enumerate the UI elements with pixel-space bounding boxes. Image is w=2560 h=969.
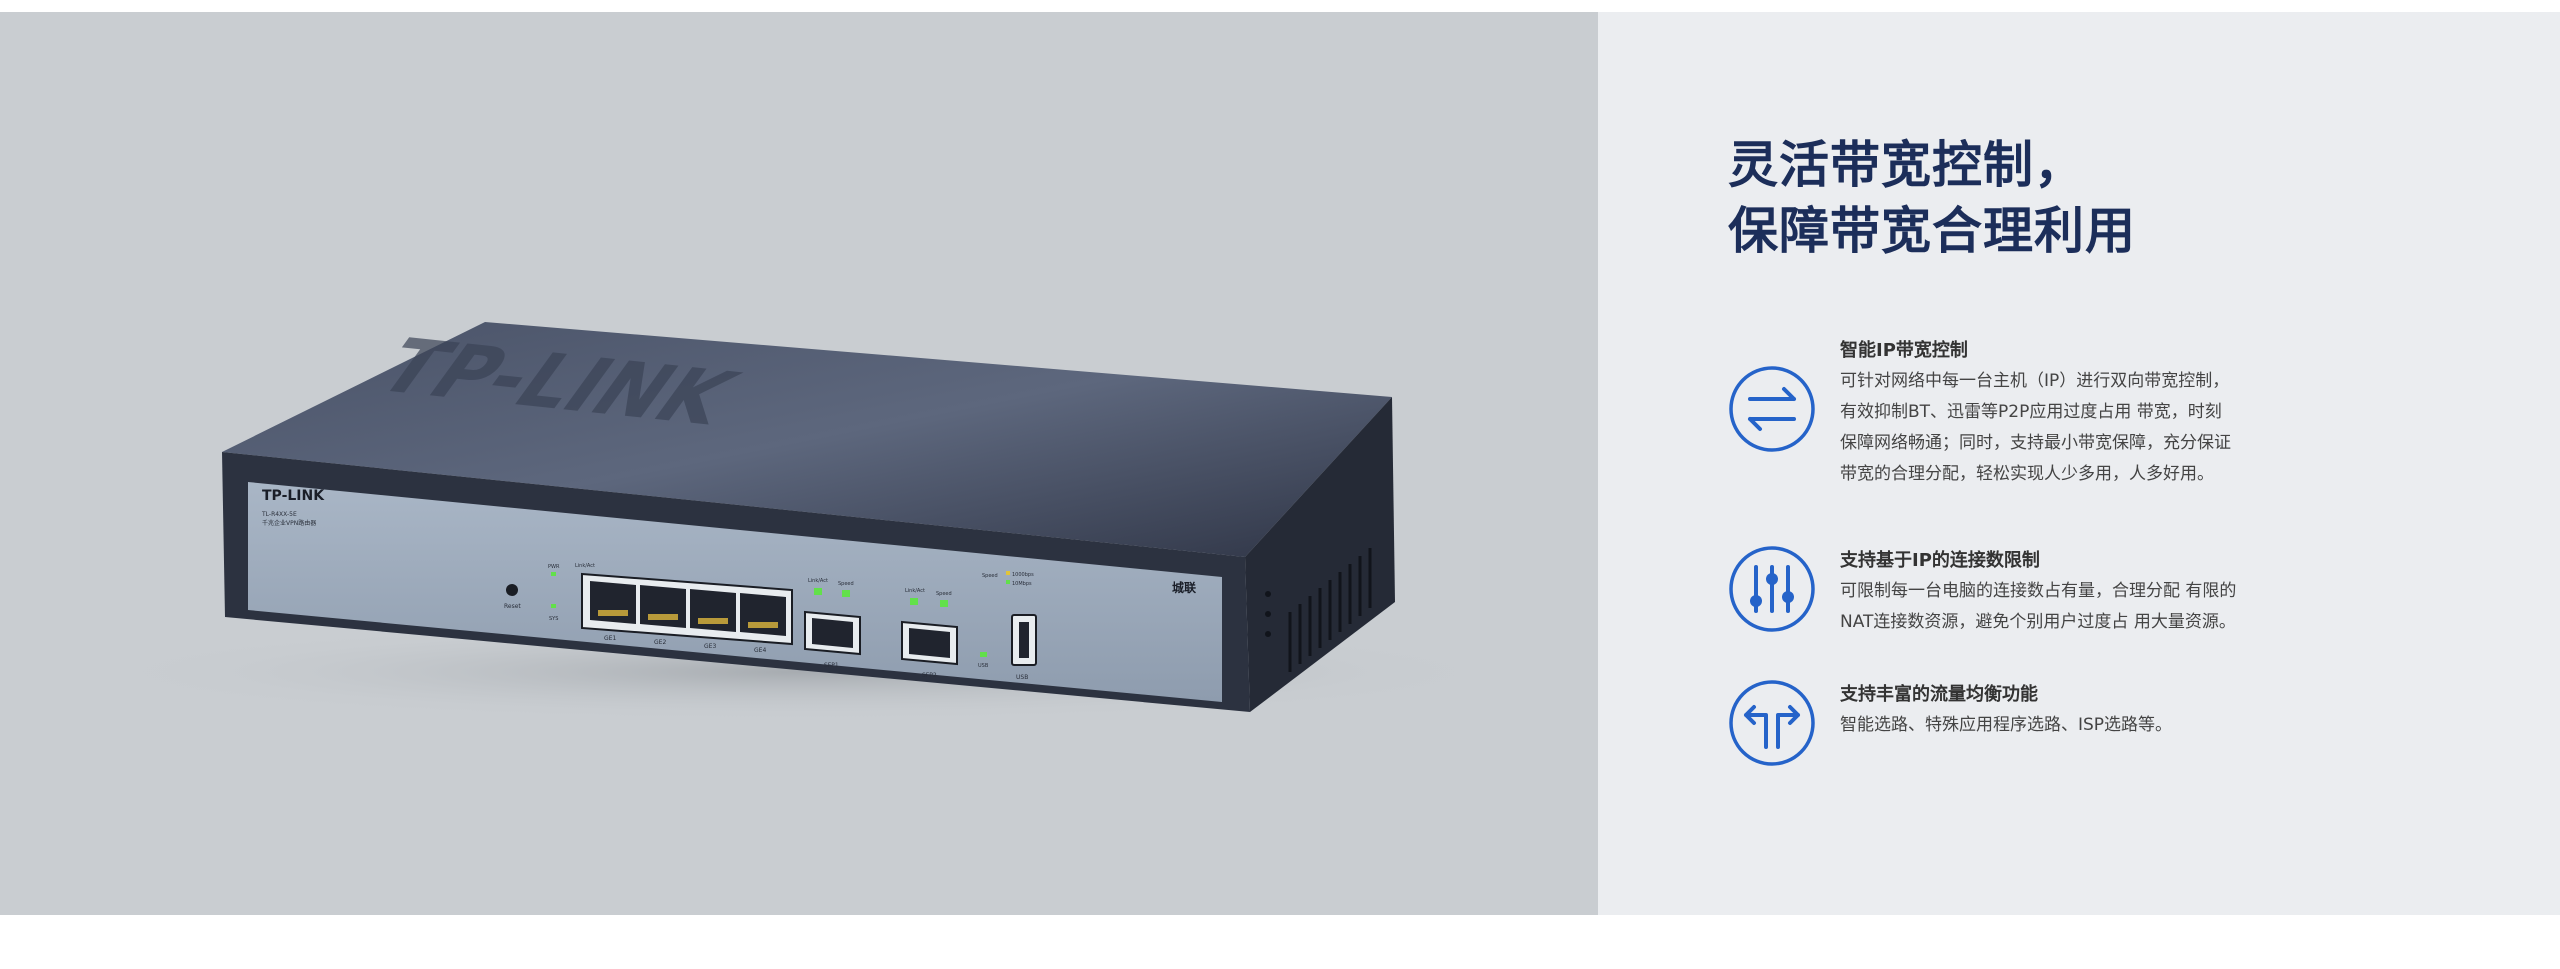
product-photo-panel: TP-LINK TP-LINK TL-R4XX-5E 千兆企业VPN路由器 Re… [0,12,1598,915]
feature-body: 可限制每一台电脑的连接数占有量，合理分配 有限的 NAT连接数资源，避免个别用户… [1840,576,2460,638]
feature-body-line: NAT连接数资源，避免个别用户过度占 用大量资源。 [1840,612,2236,632]
router-image: TP-LINK TP-LINK TL-R4XX-5E 千兆企业VPN路由器 Re… [80,322,1520,722]
router-model: TL-R4XX-5E [261,511,297,518]
headline-line-1: 灵活带宽控制， [1728,136,2085,194]
feature-body-line: 可限制每一台电脑的连接数占有量，合理分配 有限的 [1840,581,2237,601]
feature-title: 支持丰富的流量均衡功能 [1840,684,2038,705]
port-label-ge2: GE2 [654,639,666,646]
sliders-icon [1729,546,1815,632]
split-arrows-icon [1729,680,1815,766]
speed-100-label: 10Mbps [1012,581,1032,587]
router-badge: 城联 [1172,580,1196,595]
speed-1000-label: 1000bps [1012,572,1034,578]
reset-button[interactable] [506,584,518,596]
sys-led [551,604,556,608]
sfp1-speed-label: Speed [838,581,854,587]
sfp2-label: SFP2 [922,672,937,679]
port-label-ge4: GE4 [754,647,766,654]
router-front-logo: TP-LINK [262,488,325,504]
headline-line-2: 保障带宽合理利用 [1728,202,2136,260]
feature-body-line: 有效抑制BT、迅雷等P2P应用过度占用 带宽，时刻 [1840,402,2222,422]
feature-text: 智能IP带宽控制 可针对网络中每一台主机（IP）进行双向带宽控制， 有效抑制BT… [1840,336,2460,490]
sfp1-speed-led [842,590,850,597]
usb-led [980,652,987,657]
feature-text: 支持基于IP的连接数限制 可限制每一台电脑的连接数占有量，合理分配 有限的 NA… [1840,546,2460,638]
ethernet-port-4[interactable] [740,593,786,636]
headline: 灵活带宽控制， 保障带宽合理利用 [1728,132,2136,264]
bidirectional-arrows-icon [1729,366,1815,452]
feature-body: 智能选路、特殊应用程序选路、ISP选路等。 [1840,710,2460,741]
ethernet-port-2[interactable] [640,585,686,628]
feature-title: 支持基于IP的连接数限制 [1840,550,2040,571]
feature-body-line: 带宽的合理分配，轻松实现人少多用，人多好用。 [1840,464,2214,484]
feature-body: 可针对网络中每一台主机（IP）进行双向带宽控制， 有效抑制BT、迅雷等P2P应用… [1840,366,2460,490]
feature-title: 智能IP带宽控制 [1840,340,1968,361]
sfp1-label: SFP1 [824,662,839,669]
usb-label: USB [1016,674,1028,681]
feature-body-line: 保障网络畅通；同时，支持最小带宽保障，充分保证 [1840,433,2231,453]
page: TP-LINK TP-LINK TL-R4XX-5E 千兆企业VPN路由器 Re… [0,0,2560,969]
sfp1-link-led [814,588,822,595]
reset-label: Reset [504,603,521,610]
sfp2-speed-led [940,600,948,607]
top-strip [0,0,2560,12]
feature-text: 支持丰富的流量均衡功能 智能选路、特殊应用程序选路、ISP选路等。 [1840,680,2460,741]
usb-led-label: USB [978,663,989,669]
pwr-label: PWR [548,564,560,570]
port-label-ge3: GE3 [704,643,716,650]
ge-linkact-label: Link/Act [575,563,595,569]
sys-label: SYS [549,616,558,622]
feature-body-line: 可针对网络中每一台主机（IP）进行双向带宽控制， [1840,371,2230,391]
feature-body-line: 智能选路、特殊应用程序选路、ISP选路等。 [1840,715,2173,735]
port-label-ge1: GE1 [604,635,616,642]
ethernet-port-3[interactable] [690,589,736,632]
sfp2-link-led [910,598,918,605]
router-subtitle: 千兆企业VPN路由器 [262,519,316,527]
sfp1-linkact-label: Link/Act [808,578,828,584]
pwr-led [551,572,556,576]
feature-text-panel: 灵活带宽控制， 保障带宽合理利用 智能IP带宽控制 可针对网络中每一台主机（IP… [1598,12,2560,915]
ethernet-port-1[interactable] [590,581,636,624]
sfp2-speed-label: Speed [936,591,952,597]
speed-legend-label: Speed [982,573,998,579]
sfp2-linkact-label: Link/Act [905,588,925,594]
